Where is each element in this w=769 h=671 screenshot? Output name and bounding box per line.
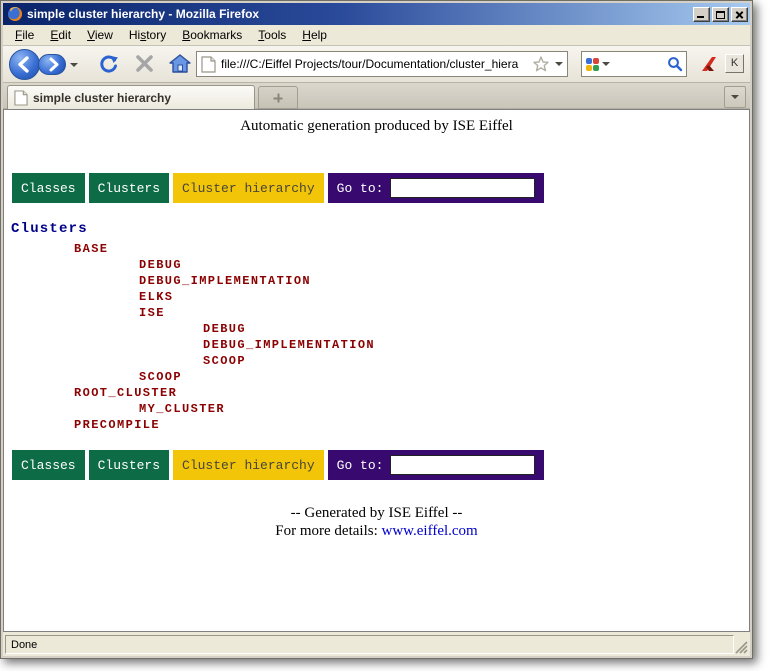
details-prefix-text: For more details: bbox=[275, 523, 381, 539]
goto-input[interactable] bbox=[390, 455, 535, 475]
search-input[interactable] bbox=[613, 57, 667, 71]
tree-item[interactable]: ROOT_CLUSTER bbox=[74, 385, 375, 401]
clusters-button[interactable]: Clusters bbox=[89, 450, 169, 480]
forward-arrow-icon bbox=[39, 55, 65, 74]
tree-item[interactable]: MY_CLUSTER bbox=[139, 401, 375, 417]
classes-button[interactable]: Classes bbox=[12, 173, 85, 203]
tree-item[interactable]: DEBUG bbox=[139, 257, 375, 273]
tree-item[interactable]: DEBUG bbox=[203, 321, 375, 337]
back-button[interactable] bbox=[9, 49, 40, 80]
tree-item[interactable]: PRECOMPILE bbox=[74, 417, 375, 433]
status-text: Done bbox=[5, 635, 734, 654]
url-text[interactable]: file:///C:/Eiffel Projects/tour/Document… bbox=[221, 57, 532, 71]
menu-view[interactable]: View bbox=[79, 26, 121, 44]
url-dropdown-arrow[interactable] bbox=[555, 62, 563, 66]
recent-pages-dropdown[interactable] bbox=[70, 63, 78, 67]
menu-bar: File Edit View History Bookmarks Tools H… bbox=[3, 25, 750, 46]
firefox-icon bbox=[7, 6, 23, 22]
tree-item[interactable]: BASE bbox=[74, 241, 375, 257]
status-bar: Done bbox=[3, 632, 750, 656]
tree-item[interactable]: SCOOP bbox=[139, 369, 375, 385]
goto-label: Go to: bbox=[337, 458, 384, 473]
bookmark-star-icon[interactable] bbox=[532, 55, 550, 73]
menu-help[interactable]: Help bbox=[294, 26, 335, 44]
chevron-down-icon bbox=[731, 95, 739, 99]
kaspersky-keyboard-button[interactable]: K bbox=[725, 54, 744, 73]
url-bar[interactable]: file:///C:/Eiffel Projects/tour/Document… bbox=[196, 51, 568, 77]
menu-tools[interactable]: Tools bbox=[250, 26, 294, 44]
cluster-tree: BASE DEBUG DEBUG_IMPLEMENTATION ELKS ISE… bbox=[4, 241, 375, 433]
tree-item[interactable]: DEBUG_IMPLEMENTATION bbox=[203, 337, 375, 353]
navigation-toolbar: file:///C:/Eiffel Projects/tour/Document… bbox=[3, 46, 750, 83]
tab-page-icon bbox=[14, 90, 28, 106]
cluster-hierarchy-button[interactable]: Cluster hierarchy bbox=[173, 450, 324, 480]
page-icon bbox=[201, 56, 216, 73]
goto-box: Go to: bbox=[328, 173, 545, 203]
clusters-heading: Clusters bbox=[11, 221, 88, 237]
tab-bar: simple cluster hierarchy bbox=[3, 83, 750, 109]
tab-list-dropdown-button[interactable] bbox=[724, 86, 746, 108]
minimize-button[interactable] bbox=[693, 7, 710, 22]
goto-label: Go to: bbox=[337, 181, 384, 196]
menu-history[interactable]: History bbox=[121, 26, 174, 44]
tree-item[interactable]: DEBUG_IMPLEMENTATION bbox=[139, 273, 375, 289]
clusters-button[interactable]: Clusters bbox=[89, 173, 169, 203]
page-footer: -- Generated by ISE Eiffel -- For more d… bbox=[4, 505, 749, 541]
new-tab-button[interactable] bbox=[258, 86, 298, 109]
tab-label: simple cluster hierarchy bbox=[33, 91, 171, 105]
forward-button[interactable] bbox=[38, 54, 66, 75]
classes-button[interactable]: Classes bbox=[12, 450, 85, 480]
reload-button[interactable] bbox=[98, 53, 119, 75]
browser-window: simple cluster hierarchy - Mozilla Firef… bbox=[0, 0, 753, 659]
maximize-button[interactable] bbox=[712, 7, 729, 22]
nav-button-row-top: Classes Clusters Cluster hierarchy Go to… bbox=[12, 173, 544, 203]
minimize-icon bbox=[697, 16, 704, 18]
tree-item[interactable]: SCOOP bbox=[203, 353, 375, 369]
search-bar[interactable] bbox=[581, 51, 687, 77]
menu-edit[interactable]: Edit bbox=[42, 26, 79, 44]
page-content: Automatic generation produced by ISE Eif… bbox=[3, 109, 750, 632]
goto-box: Go to: bbox=[328, 450, 545, 480]
search-magnifier-icon[interactable] bbox=[667, 56, 683, 72]
resize-grip[interactable] bbox=[735, 641, 748, 654]
plus-icon bbox=[274, 93, 283, 102]
maximize-icon bbox=[716, 11, 725, 19]
cluster-hierarchy-button[interactable]: Cluster hierarchy bbox=[173, 173, 324, 203]
tree-item[interactable]: ISE bbox=[139, 305, 375, 321]
menu-bookmarks[interactable]: Bookmarks bbox=[174, 26, 250, 44]
close-button[interactable] bbox=[731, 7, 748, 22]
google-icon bbox=[585, 57, 600, 72]
stop-button[interactable] bbox=[134, 53, 155, 74]
menu-file[interactable]: File bbox=[7, 26, 42, 44]
tab-simple-cluster-hierarchy[interactable]: simple cluster hierarchy bbox=[7, 85, 255, 109]
nav-button-row-bottom: Classes Clusters Cluster hierarchy Go to… bbox=[12, 450, 544, 480]
home-button[interactable] bbox=[169, 53, 191, 75]
eiffel-link[interactable]: www.eiffel.com bbox=[382, 523, 478, 539]
goto-input[interactable] bbox=[390, 178, 535, 198]
search-engine-dropdown[interactable] bbox=[602, 62, 610, 66]
generated-by-text: -- Generated by ISE Eiffel -- bbox=[4, 505, 749, 523]
window-title: simple cluster hierarchy - Mozilla Firef… bbox=[27, 7, 693, 21]
title-bar: simple cluster hierarchy - Mozilla Firef… bbox=[3, 3, 750, 25]
back-arrow-icon bbox=[10, 50, 39, 79]
tree-item[interactable]: ELKS bbox=[139, 289, 375, 305]
page-header-text: Automatic generation produced by ISE Eif… bbox=[4, 118, 749, 135]
kaspersky-icon[interactable] bbox=[699, 54, 719, 74]
